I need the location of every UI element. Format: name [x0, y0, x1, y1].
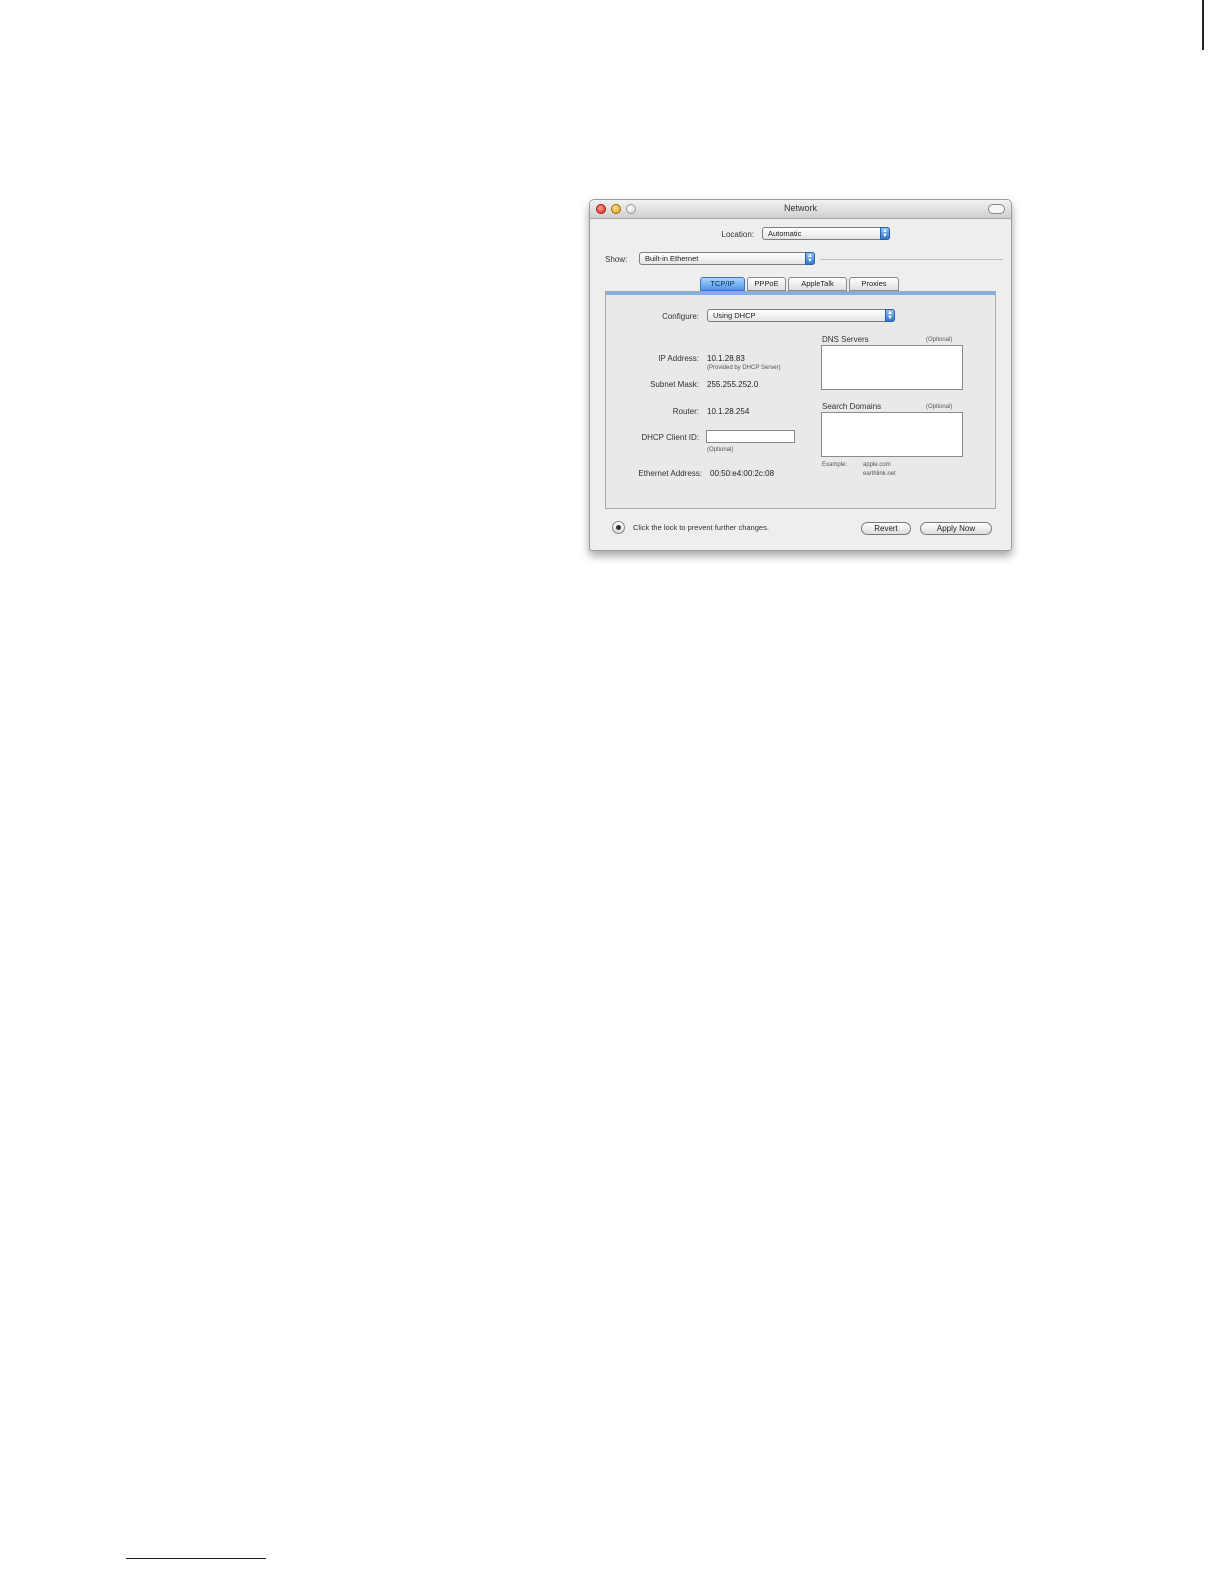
ip-address-label: IP Address:	[658, 354, 699, 363]
router-label: Router:	[672, 407, 699, 416]
configure-popup[interactable]: Using DHCP ▲ ▼	[707, 309, 895, 322]
lock-hint-text: Click the lock to prevent further change…	[633, 523, 769, 532]
window-title: Network	[783, 203, 817, 213]
show-label: Show:	[605, 255, 628, 264]
tcpip-pane: Configure: Using DHCP ▲ ▼ IP Address: 10.…	[605, 291, 996, 509]
location-value: Automatic	[768, 229, 802, 238]
show-popup[interactable]: Built-in Ethernet ▲ ▼	[639, 252, 815, 265]
configure-label: Configure:	[662, 312, 699, 321]
dhcp-client-id-field[interactable]	[706, 430, 795, 443]
ethernet-address-value: 00:50:e4:00:2c:08	[710, 469, 775, 478]
lock-icon[interactable]	[612, 521, 625, 534]
footnote-rule	[126, 1558, 266, 1559]
tab-proxies[interactable]: Proxies	[849, 277, 899, 291]
subnet-mask-value: 255.255.252.0	[707, 380, 759, 389]
dhcp-client-id-label: DHCP Client ID:	[641, 433, 699, 442]
search-domains-optional: (Optional)	[926, 404, 953, 410]
network-preferences-window: Network Location: Automatic ▲ ▼ Show: Bui…	[589, 199, 1012, 551]
show-value: Built-in Ethernet	[645, 254, 699, 263]
ethernet-address-label: Ethernet Address:	[638, 469, 702, 478]
tab-tcpip[interactable]: TCP/IP	[700, 277, 745, 291]
ip-address-value: 10.1.28.83	[707, 354, 745, 363]
configure-value: Using DHCP	[713, 311, 756, 320]
title-bar[interactable]: Network	[590, 200, 1011, 219]
location-popup[interactable]: Automatic ▲ ▼	[762, 227, 890, 240]
show-separator	[820, 259, 1003, 260]
dns-servers-textarea[interactable]	[821, 345, 963, 390]
popup-arrows-icon: ▲ ▼	[880, 227, 890, 240]
subnet-mask-label: Subnet Mask:	[650, 380, 699, 389]
pane-top-accent	[606, 292, 995, 295]
tab-pppoe[interactable]: PPPoE	[747, 277, 786, 291]
dhcp-client-id-note: (Optional)	[707, 447, 734, 453]
search-domains-label: Search Domains	[822, 402, 882, 411]
tab-appletalk[interactable]: AppleTalk	[788, 277, 847, 291]
apply-now-button[interactable]: Apply Now	[920, 522, 992, 535]
page-edge-rule	[1202, 0, 1204, 50]
location-label: Location:	[721, 230, 754, 239]
example-label: Example:	[822, 462, 848, 468]
popup-arrows-icon: ▲ ▼	[885, 309, 895, 322]
toolbar-toggle-icon[interactable]	[988, 204, 1005, 214]
revert-button[interactable]: Revert	[861, 522, 911, 535]
search-domains-textarea[interactable]	[821, 412, 963, 457]
popup-arrows-icon: ▲ ▼	[805, 252, 815, 265]
router-value: 10.1.28.254	[707, 407, 750, 416]
ip-address-note: (Provided by DHCP Server)	[707, 365, 781, 371]
example-domain-2: earthlink.net	[863, 471, 896, 477]
dns-servers-label: DNS Servers	[822, 335, 869, 344]
example-domain-1: apple.com	[863, 462, 891, 468]
dns-servers-optional: (Optional)	[926, 337, 953, 343]
